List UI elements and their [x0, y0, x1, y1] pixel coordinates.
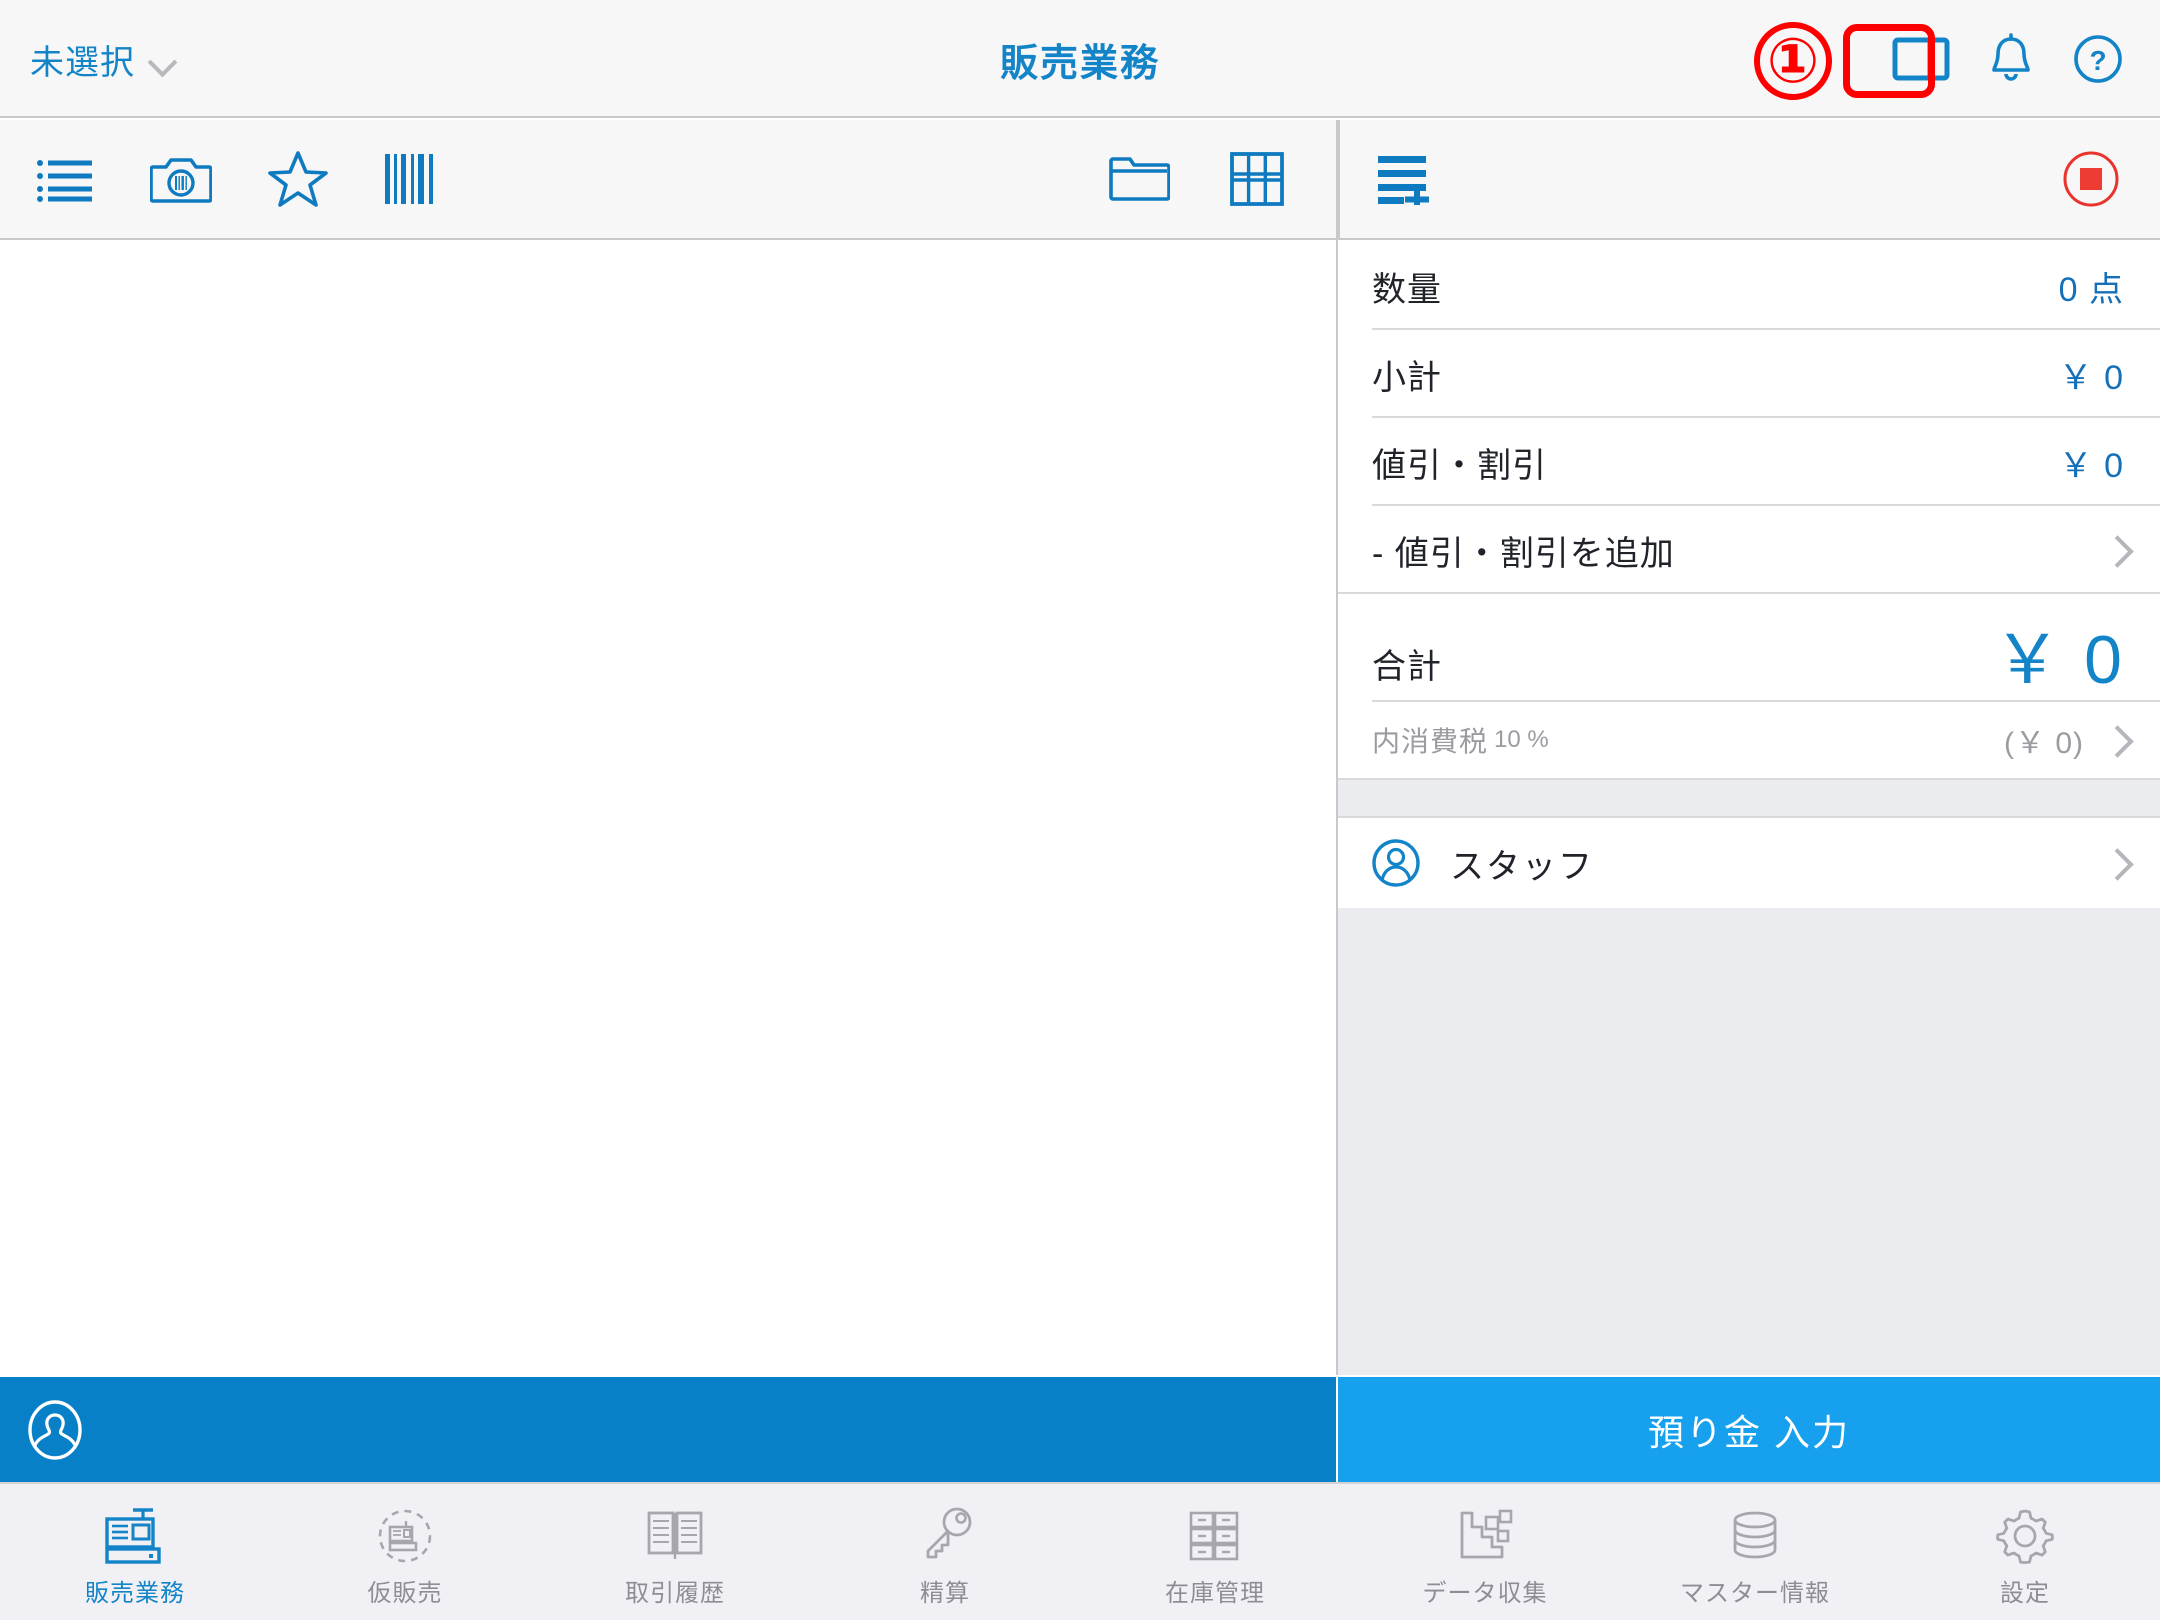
staff-row[interactable]: スタッフ	[1338, 818, 2160, 908]
tab-master-info[interactable]: マスター情報	[1620, 1484, 1890, 1620]
tax-value: (￥ 0)	[2004, 727, 2084, 760]
add-discount-row[interactable]: - 値引・割引を追加	[1338, 506, 2160, 594]
temp-register-icon	[372, 1503, 438, 1565]
stop-record-icon[interactable]	[2062, 150, 2120, 208]
barcode-icon[interactable]	[384, 154, 440, 204]
tax-rate: 10 %	[1494, 726, 1549, 753]
tab-sales[interactable]: 販売業務	[0, 1484, 270, 1620]
summary-row-discount[interactable]: 値引・割引 ￥ 0	[1338, 418, 2160, 506]
ledger-book-icon	[643, 1503, 707, 1565]
deposit-input-label: 預り金 入力	[1647, 1411, 1850, 1453]
database-icon	[1726, 1503, 1784, 1565]
tab-label: 販売業務	[85, 1579, 185, 1607]
svg-text:?: ?	[2089, 45, 2106, 76]
tab-data-collection[interactable]: データ収集	[1350, 1484, 1620, 1620]
tab-settlement[interactable]: 精算	[810, 1484, 1080, 1620]
data-collection-icon	[1454, 1503, 1516, 1565]
camera-barcode-icon[interactable]	[150, 153, 212, 205]
staff-person-icon	[1370, 837, 1422, 889]
header-actions: ?	[1892, 0, 2124, 118]
app-root: 未選択 販売業務 ? ① 数量 0 点 小計 ￥ 0 値引・割引 ￥ 0 - 値…	[0, 0, 2160, 1620]
tab-settings[interactable]: 設定	[1890, 1484, 2160, 1620]
chevron-right-icon	[2106, 535, 2124, 565]
order-summary-panel: 数量 0 点 小計 ￥ 0 値引・割引 ￥ 0 - 値引・割引を追加 合計 ￥ …	[1338, 242, 2160, 1375]
order-toolbar	[1338, 120, 2160, 238]
star-icon[interactable]	[268, 150, 328, 208]
tab-label: データ収集	[1422, 1579, 1548, 1607]
tab-transaction-history[interactable]: 取引履歴	[540, 1484, 810, 1620]
total-row: 合計 ￥ 0	[1338, 594, 2160, 702]
tab-label: マスター情報	[1680, 1579, 1830, 1607]
tab-label: 取引履歴	[625, 1579, 725, 1607]
gear-icon	[1994, 1503, 2056, 1565]
tab-label: 仮販売	[367, 1579, 443, 1607]
summary-row-quantity[interactable]: 数量 0 点	[1338, 242, 2160, 330]
summary-row-label: 数量	[1372, 270, 1442, 309]
tab-temp-sales[interactable]: 仮販売	[270, 1484, 540, 1620]
total-value: ￥ 0	[1993, 622, 2124, 698]
bell-icon[interactable]	[1988, 33, 2034, 85]
register-icon	[102, 1503, 168, 1565]
product-list-area[interactable]	[0, 242, 1336, 1375]
help-circle-icon[interactable]: ?	[2072, 33, 2124, 85]
summary-row-label: 値引・割引	[1372, 446, 1547, 485]
tax-row[interactable]: 内消費税 10 % (￥ 0)	[1338, 702, 2160, 778]
deposit-input-button[interactable]: 預り金 入力	[1338, 1377, 2160, 1482]
total-label: 合計	[1372, 648, 1442, 686]
chevron-right-icon	[2106, 848, 2124, 878]
customer-person-icon[interactable]	[22, 1397, 88, 1463]
folder-icon[interactable]	[1108, 155, 1170, 203]
summary-row-value: ￥ 0	[2058, 446, 2124, 485]
annotation-marker-1: ①	[1754, 22, 1832, 100]
bottom-tab-bar: 販売業務 仮販売 取引履歴 精算 在庫管理 データ収集 マスター情報 設定	[0, 1482, 2160, 1620]
key-icon	[914, 1503, 976, 1565]
list-icon[interactable]	[36, 155, 94, 203]
tab-label: 在庫管理	[1165, 1579, 1265, 1607]
summary-row-label: 小計	[1372, 358, 1442, 397]
grid-icon[interactable]	[1230, 152, 1284, 206]
summary-row-value: ￥ 0	[2058, 358, 2124, 397]
add-discount-label: - 値引・割引を追加	[1372, 534, 1675, 573]
summary-row-value: 0 点	[2058, 270, 2124, 309]
inventory-drawers-icon	[1185, 1503, 1245, 1565]
top-navigation-bar: 未選択 販売業務 ? ①	[0, 0, 2160, 118]
tab-label: 設定	[2000, 1579, 2050, 1607]
order-summary-rows: 数量 0 点 小計 ￥ 0 値引・割引 ￥ 0 - 値引・割引を追加 合計 ￥ …	[1338, 242, 2160, 908]
catalog-toolbar	[0, 120, 1336, 238]
chevron-right-icon	[2106, 725, 2124, 755]
customer-action-bar[interactable]	[0, 1377, 1336, 1482]
tab-inventory[interactable]: 在庫管理	[1080, 1484, 1350, 1620]
tab-label: 精算	[920, 1579, 970, 1607]
staff-label: スタッフ	[1450, 847, 1594, 886]
toolbar-row	[0, 120, 2160, 240]
page-title: 販売業務	[999, 42, 1160, 85]
add-list-icon[interactable]	[1378, 153, 1438, 205]
summary-row-subtotal[interactable]: 小計 ￥ 0	[1338, 330, 2160, 418]
section-gap-band	[1338, 778, 2160, 818]
tax-label: 内消費税	[1372, 726, 1489, 757]
split-view-icon[interactable]	[1892, 37, 1950, 81]
